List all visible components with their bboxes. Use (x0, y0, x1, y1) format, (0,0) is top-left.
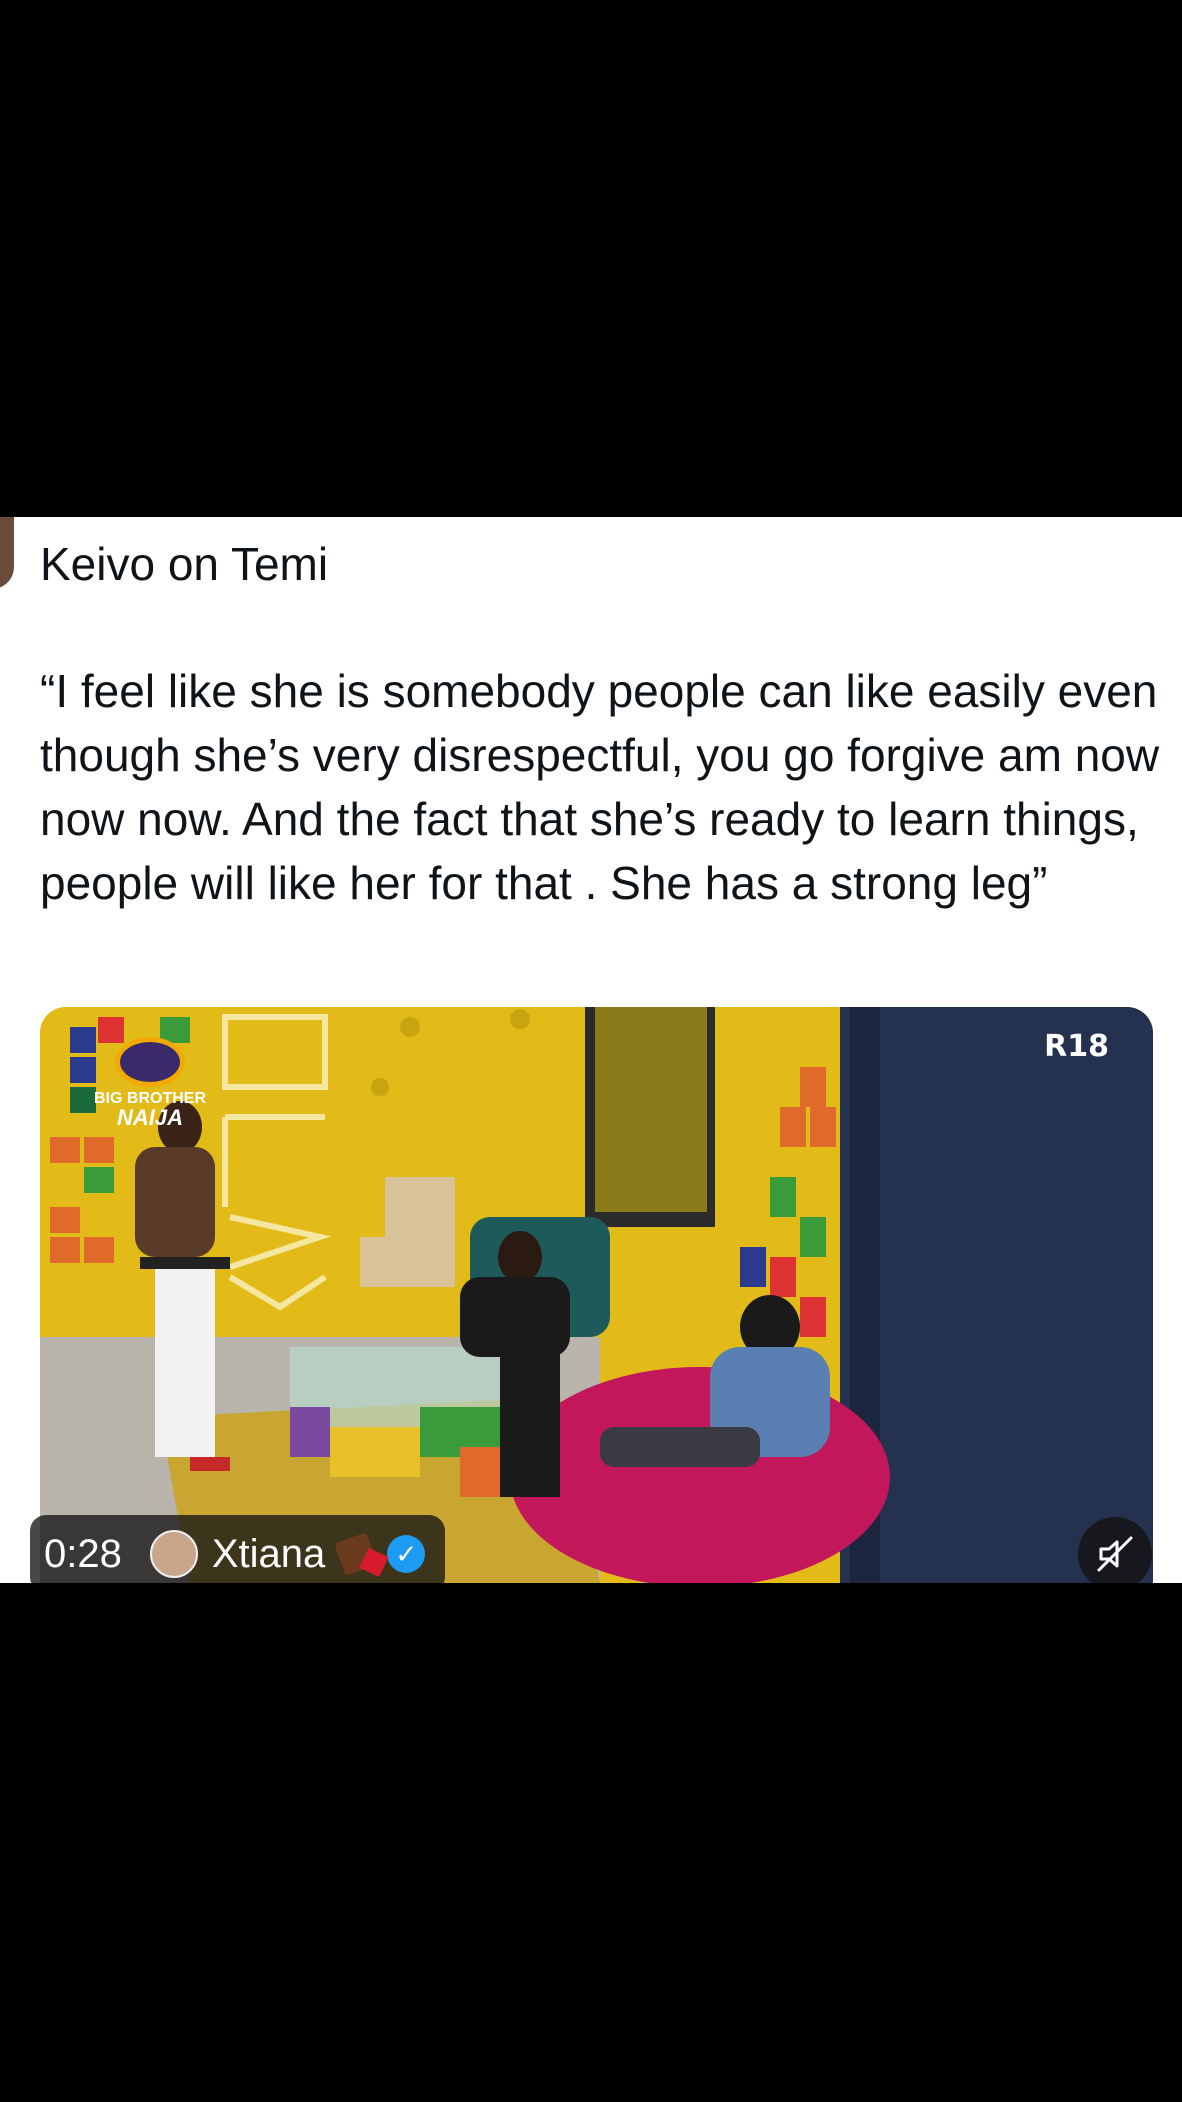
tweet-card[interactable]: Keivo on Temi “I feel like she is somebo… (0, 517, 1182, 1583)
uploader-avatar (149, 1530, 198, 1578)
verified-badge-icon: ✓ (387, 1535, 426, 1573)
big-brother-naija-logo: BIG BROTHER NAIJA (94, 1037, 206, 1129)
author-avatar[interactable] (0, 517, 14, 589)
video-timestamp: 0:28 (44, 1531, 122, 1576)
video-player[interactable]: BIG BROTHER NAIJA R18 (40, 1007, 1153, 1583)
cropped-header-line (420, 517, 1182, 521)
uploader-name[interactable]: Xtiana (212, 1532, 325, 1577)
video-info-pill[interactable]: 0:28 Xtiana ✓ (30, 1515, 446, 1583)
chocolate-bar-icon (334, 1532, 379, 1576)
content-rating-badge: R18 (1044, 1029, 1109, 1064)
bottom-letterbox (0, 1583, 1182, 2102)
video-frame (40, 1007, 1153, 1583)
logo-text-big: NAIJA (116, 1105, 183, 1130)
tweet-text: “I feel like she is somebody people can … (40, 665, 1160, 909)
eye-logo-icon (115, 1037, 185, 1087)
top-letterbox (0, 0, 1182, 517)
tweet-title: Keivo on Temi (40, 538, 329, 590)
mute-toggle-button[interactable] (1078, 1517, 1152, 1583)
speaker-muted-icon (1097, 1536, 1133, 1572)
